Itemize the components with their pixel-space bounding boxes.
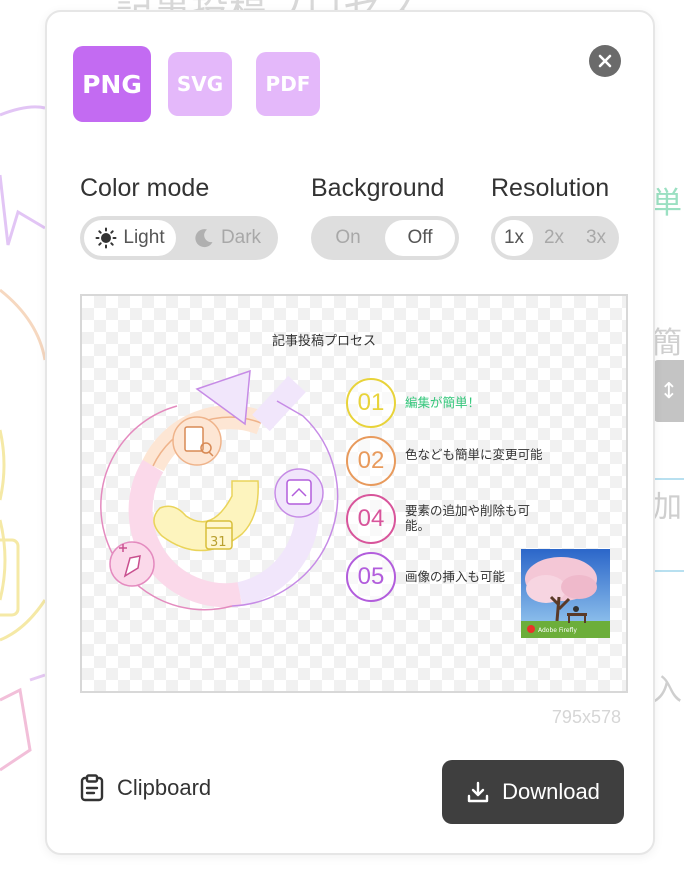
background-on-option[interactable]: On [315,220,381,256]
step-number-01: 01 [346,378,396,428]
download-button[interactable]: Download [442,760,624,824]
color-mode-toggle: Light Dark [80,216,278,260]
step-number-02: 02 [346,436,396,486]
clipboard-icon [79,774,105,802]
format-png-button[interactable]: PNG [73,46,151,122]
color-mode-dark-option[interactable]: Dark [180,220,274,256]
export-dialog: PNG SVG PDF Color mode Light Dark Backgr… [45,10,655,855]
resolution-3x-option[interactable]: 3x [577,220,615,256]
format-pdf-button[interactable]: PDF [256,52,320,116]
color-mode-light-label: Light [123,227,165,248]
download-label: Download [502,779,600,804]
background-input-line [654,478,684,480]
step-number-05: 05 [346,552,396,602]
color-mode-label: Color mode [80,174,210,202]
background-side-char: 入 [652,673,682,708]
step-text-04: 要素の追加や削除も可能。 [405,503,531,533]
background-label: Background [311,174,445,202]
image-dimensions: 795x578 [551,707,621,727]
background-input-line [654,570,684,572]
step-number-04: 04 [346,494,396,544]
format-svg-button[interactable]: SVG [168,52,232,116]
sun-icon [95,227,117,249]
close-button[interactable] [589,45,621,77]
moon-icon [193,227,215,249]
resolution-label: Resolution [491,174,610,202]
close-icon [598,54,612,68]
calendar-number: 31 [210,535,227,550]
background-side-char: 単 [652,186,682,221]
export-preview: 記事投稿プロセス 31 01 編集が簡単！ 02 色なども簡単に変更可能 04 … [80,294,628,693]
step-text-01: 編集が簡単！ [405,395,481,410]
clipboard-label: Clipboard [117,775,212,800]
color-mode-light-option[interactable]: Light [84,220,176,256]
resolution-1x-option[interactable]: 1x [495,220,533,256]
background-off-option[interactable]: Off [385,220,455,256]
resolution-toggle: 1x 2x 3x [491,216,619,260]
color-mode-dark-label: Dark [220,227,262,248]
resize-handle-icon[interactable]: ↕ [654,360,684,422]
background-toggle: On Off [311,216,459,260]
clipboard-button[interactable]: Clipboard [79,774,211,802]
step-text-02: 色なども簡単に変更可能 [405,447,543,462]
background-side-char: 簡 [652,326,682,361]
resolution-2x-option[interactable]: 2x [535,220,573,256]
cherry-blossom-photo: Adobe Firefly [521,549,610,638]
download-icon [466,780,490,804]
photo-caption: Adobe Firefly [538,627,577,634]
background-side-char: 加 [652,490,682,525]
